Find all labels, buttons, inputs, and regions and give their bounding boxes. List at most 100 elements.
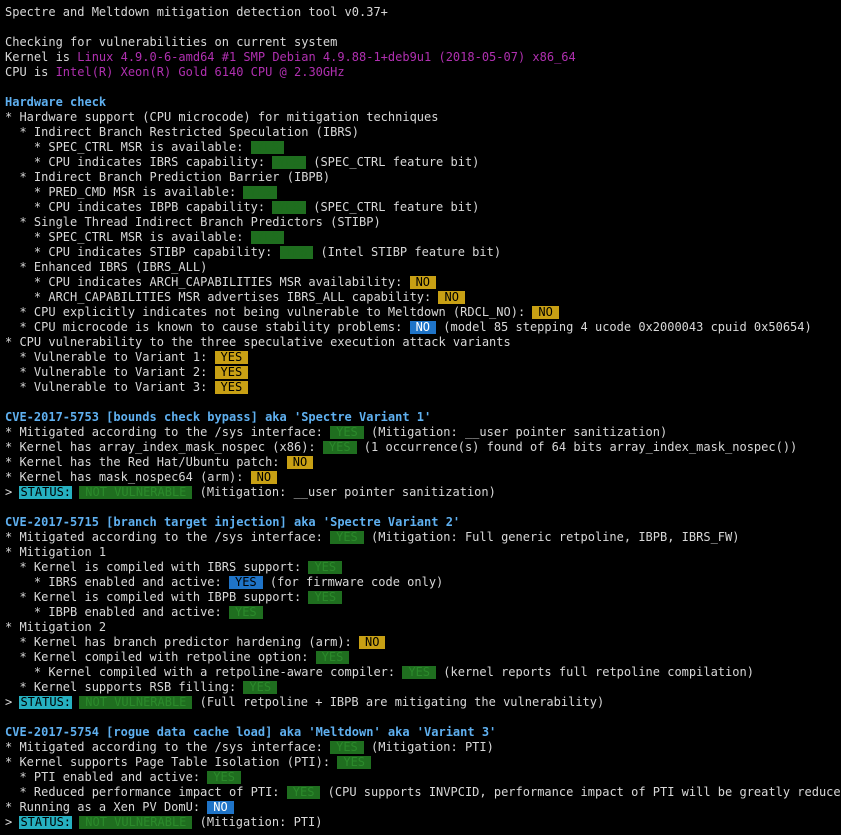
hw-line: * Indirect Branch Prediction Barrier (IB… xyxy=(5,170,331,184)
yes-warning-badge: YES xyxy=(214,366,249,379)
no-badge: NO xyxy=(250,471,278,484)
hw-line: * CPU indicates ARCH_CAPABILITIES MSR av… xyxy=(5,275,841,290)
yes-badge: YES xyxy=(250,231,285,244)
v1-label: * Mitigated according to the /sys interf… xyxy=(5,425,331,439)
yes-badge: YES xyxy=(315,651,350,664)
v3-line: * Mitigated according to the /sys interf… xyxy=(5,740,841,755)
v2-label: * Kernel compiled with retpoline option: xyxy=(5,650,316,664)
hw-line: * Single Thread Indirect Branch Predicto… xyxy=(5,215,381,229)
not-vulnerable-badge: NOT VULNERABLE xyxy=(79,486,193,499)
kernel-line: Kernel is Linux 4.9.0-6-amd64 #1 SMP Deb… xyxy=(5,50,841,65)
v1-line: * Kernel has array_index_mask_nospec (x8… xyxy=(5,440,841,455)
yes-warning-badge: YES xyxy=(214,351,249,364)
v3-line: * Reduced performance impact of PTI: YES… xyxy=(5,785,841,800)
hw-line: * SPEC_CTRL MSR is available: YES xyxy=(5,230,841,245)
hw-line: * Enhanced IBRS (IBRS_ALL) xyxy=(5,260,208,274)
yes-badge: YES xyxy=(272,156,306,169)
hw-label: * SPEC_CTRL MSR is available: xyxy=(5,140,251,154)
v2-line: * IBPB enabled and active: YES xyxy=(5,605,841,620)
cve-5715-heading: CVE-2017-5715 [branch target injection] … xyxy=(5,515,461,529)
checking-line: Checking for vulnerabilities on current … xyxy=(5,35,338,49)
v2-label: * Mitigated according to the /sys interf… xyxy=(5,530,331,544)
hw-line: * CPU indicates IBPB capability: YES (SP… xyxy=(5,200,841,215)
yes-badge: YES xyxy=(308,591,343,604)
hw-note: (SPEC_CTRL feature bit) xyxy=(306,200,480,214)
yes-badge: YES xyxy=(402,666,437,679)
v1-line: * Kernel has mask_nospec64 (arm): NO xyxy=(5,470,841,485)
yes-badge: YES xyxy=(322,441,357,454)
yes-badge: YES xyxy=(243,186,278,199)
v3-label: * PTI enabled and active: xyxy=(5,770,208,784)
yes-badge: YES xyxy=(272,201,306,214)
cve-5753-heading: CVE-2017-5753 [bounds check bypass] aka … xyxy=(5,410,432,424)
v2-line: * Mitigated according to the /sys interf… xyxy=(5,530,841,545)
hw-label: * CPU indicates IBRS capability: xyxy=(5,155,273,169)
status-badge: STATUS: xyxy=(19,695,73,709)
hw-label: * ARCH_CAPABILITIES MSR advertises IBRS_… xyxy=(5,290,439,304)
yes-badge: YES xyxy=(243,681,278,694)
hw-label: * CPU indicates ARCH_CAPABILITIES MSR av… xyxy=(5,275,410,289)
v2-note: (kernel reports full retpoline compilati… xyxy=(436,665,754,679)
v3-note: (CPU supports INVPCID, performance impac… xyxy=(320,785,841,799)
v2-label: * Kernel supports RSB filling: xyxy=(5,680,244,694)
v1-status-line: > STATUS: NOT VULNERABLE (Mitigation: __… xyxy=(5,485,841,500)
cve-5754-heading: CVE-2017-5754 [rogue data cache load] ak… xyxy=(5,725,497,739)
v2-label: * Kernel is compiled with IBRS support: xyxy=(5,560,309,574)
v2-line: * Kernel compiled with a retpoline-aware… xyxy=(5,665,841,680)
tool-title: Spectre and Meltdown mitigation detectio… xyxy=(5,5,388,19)
cpu-label: CPU is xyxy=(5,65,56,79)
v3-line: * PTI enabled and active: YES xyxy=(5,770,841,785)
v3-line: * Kernel supports Page Table Isolation (… xyxy=(5,755,841,770)
hw-label: * CPU indicates STIBP capability: xyxy=(5,245,280,259)
v2-label: * Kernel compiled with a retpoline-aware… xyxy=(5,665,403,679)
v2-label: * IBPB enabled and active: xyxy=(5,605,229,619)
v2-note: (for firmware code only) xyxy=(262,575,444,589)
status-text: (Mitigation: PTI) xyxy=(192,815,323,829)
v3-status-line: > STATUS: NOT VULNERABLE (Mitigation: PT… xyxy=(5,815,841,830)
status-text: (Full retpoline + IBPB are mitigating th… xyxy=(192,695,605,709)
v1-label: * Kernel has array_index_mask_nospec (x8… xyxy=(5,440,323,454)
hw-line: * Indirect Branch Restricted Speculation… xyxy=(5,125,360,139)
v2-line: * Kernel has branch predictor hardening … xyxy=(5,635,841,650)
status-text: (Mitigation: __user pointer sanitization… xyxy=(192,485,496,499)
v2-line: * Mitigation 1 xyxy=(5,545,107,559)
hw-label: * Vulnerable to Variant 2: xyxy=(5,365,215,379)
yes-warning-badge: YES xyxy=(214,381,249,394)
kernel-label: Kernel is xyxy=(5,50,78,64)
yes-info-badge: YES xyxy=(228,576,263,589)
v1-note: (1 occurrence(s) found of 64 bits array_… xyxy=(356,440,798,454)
hw-line: * CPU vulnerability to the three specula… xyxy=(5,335,511,349)
hw-label: * CPU indicates IBPB capability: xyxy=(5,200,273,214)
v2-note: (Mitigation: Full generic retpoline, IBP… xyxy=(363,530,740,544)
v2-label: * Kernel has branch predictor hardening … xyxy=(5,635,360,649)
yes-badge: YES xyxy=(308,561,343,574)
v3-line: * Running as a Xen PV DomU: NO xyxy=(5,800,841,815)
hw-line: * Vulnerable to Variant 2: YES xyxy=(5,365,841,380)
hw-line: * Vulnerable to Variant 3: YES xyxy=(5,380,841,395)
v1-label: * Kernel has mask_nospec64 (arm): xyxy=(5,470,251,484)
yes-badge: YES xyxy=(286,786,321,799)
v2-line: * Mitigation 2 xyxy=(5,620,107,634)
not-vulnerable-badge: NOT VULNERABLE xyxy=(79,696,193,709)
hw-line: * Vulnerable to Variant 1: YES xyxy=(5,350,841,365)
status-prefix: > xyxy=(5,815,20,829)
no-badge: NO xyxy=(438,291,465,304)
v2-line: * IBRS enabled and active: YES (for firm… xyxy=(5,575,841,590)
hw-line: * CPU indicates IBRS capability: YES (SP… xyxy=(5,155,841,170)
v2-status-line: > STATUS: NOT VULNERABLE (Full retpoline… xyxy=(5,695,841,710)
hw-line: * CPU microcode is known to cause stabil… xyxy=(5,320,841,335)
hw-label: * PRED_CMD MSR is available: xyxy=(5,185,244,199)
yes-badge: YES xyxy=(250,141,285,154)
no-badge: NO xyxy=(532,306,559,319)
v3-label: * Running as a Xen PV DomU: xyxy=(5,800,208,814)
yes-badge: YES xyxy=(330,426,364,439)
yes-badge: YES xyxy=(330,531,364,544)
cpu-line: CPU is Intel(R) Xeon(R) Gold 6140 CPU @ … xyxy=(5,65,841,80)
no-badge: NO xyxy=(359,636,386,649)
terminal-window[interactable]: Spectre and Meltdown mitigation detectio… xyxy=(0,0,841,835)
v2-line: * Kernel supports RSB filling: YES xyxy=(5,680,841,695)
v2-label: * IBRS enabled and active: xyxy=(5,575,229,589)
hw-line: * PRED_CMD MSR is available: YES xyxy=(5,185,841,200)
